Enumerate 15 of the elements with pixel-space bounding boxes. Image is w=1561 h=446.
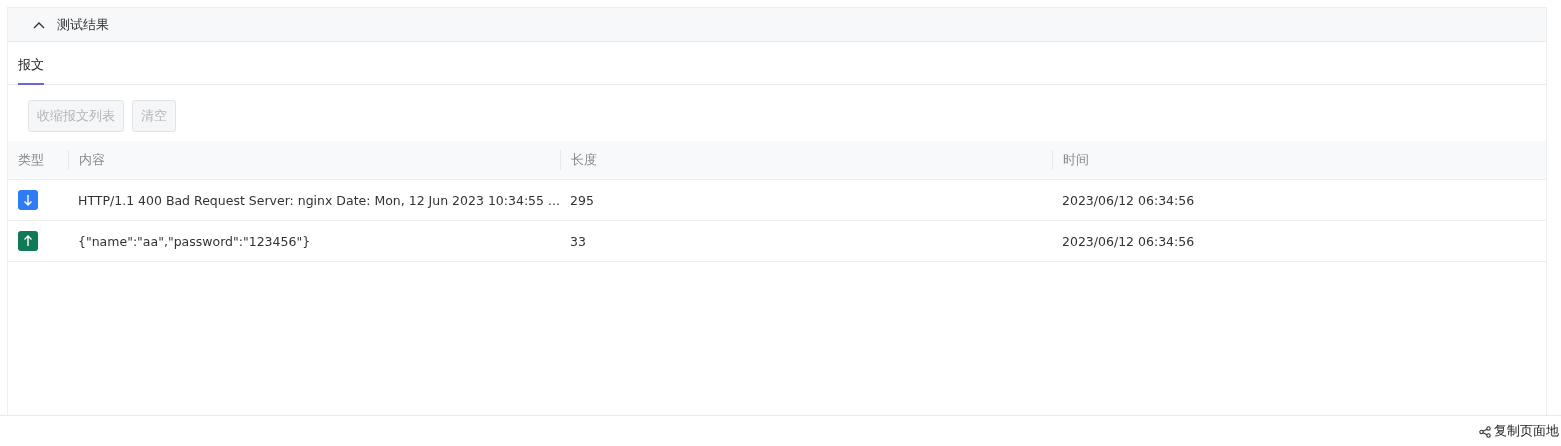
table-cell: 295 (570, 192, 594, 208)
table-cell: HTTP/1.1 400 Bad Request Server: nginx Date: Mon, 12 Jun 2023 10:34:55 ... (78, 192, 560, 208)
copy-link[interactable]: 复制页面地 (1479, 423, 1559, 440)
section-title: 测试结果 (57, 15, 109, 34)
table-cell: 2023/06/12 06:34:56 (1062, 233, 1195, 249)
share-icon (1479, 425, 1491, 438)
section-header[interactable]: 测试结果 (8, 8, 1546, 42)
table-cell: {"name":"aa","password":"123456"} (78, 233, 311, 249)
table-cell: 2023/06/12 06:34:56 (1062, 192, 1195, 208)
column-header: 类型 (18, 151, 44, 169)
column-header: 时间 (1063, 151, 1089, 169)
table-cell: 33 (570, 233, 586, 249)
column-header: 内容 (79, 151, 105, 169)
column-header: 长度 (571, 151, 597, 169)
tab[interactable]: 报文 (18, 56, 44, 85)
